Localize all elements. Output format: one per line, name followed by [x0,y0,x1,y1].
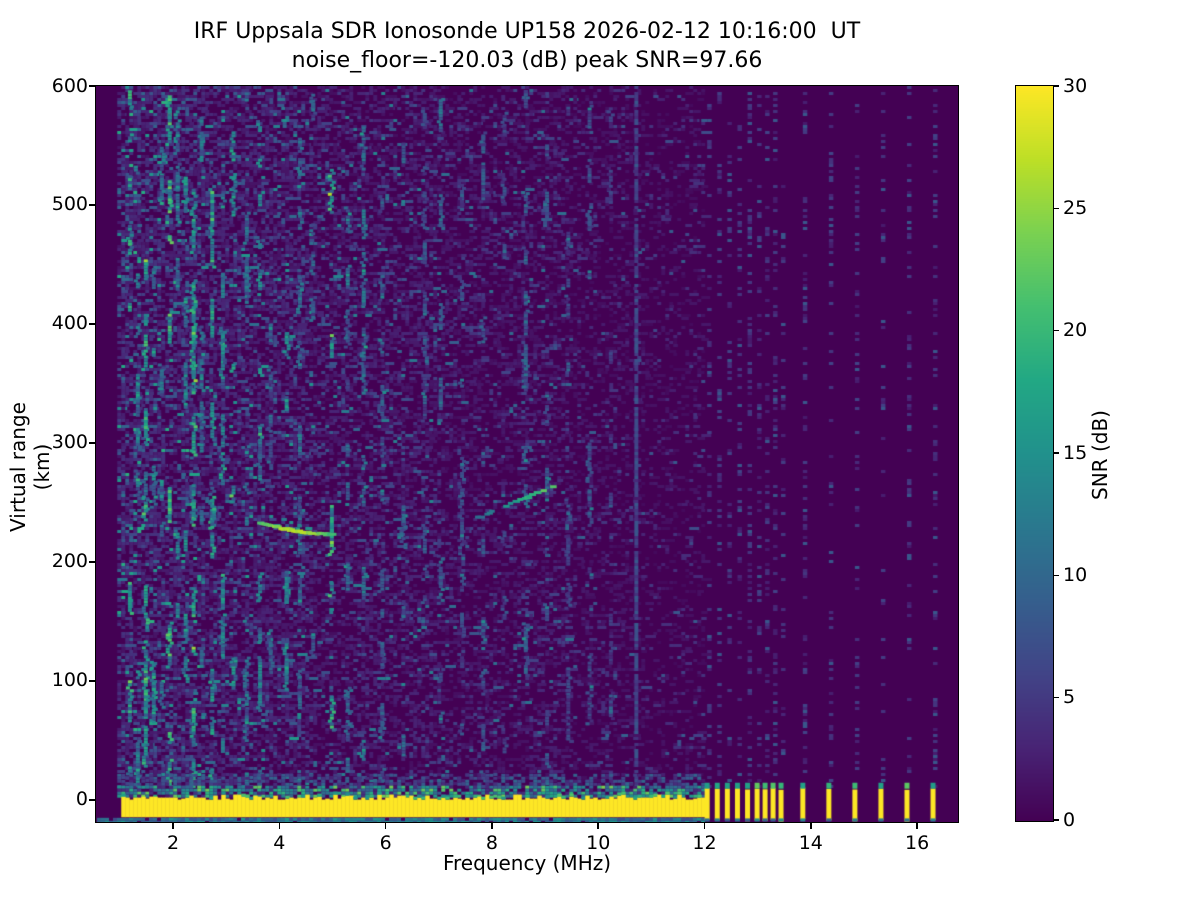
colorbar-tick-label: 0 [1063,808,1076,831]
x-tick-label: 6 [379,832,392,854]
y-axis-label: Virtual range (km) [6,402,54,532]
y-tick-label: 200 [51,550,88,573]
x-tick-mark [172,823,174,829]
chart-subtitle: noise_floor=-120.03 (dB) peak SNR=97.66 [291,48,763,73]
x-axis-label: Frequency (MHz) [442,851,612,875]
colorbar-tick-mark [1054,574,1059,577]
colorbar-tick-label: 5 [1063,686,1076,709]
colorbar-tick-mark [1054,85,1059,87]
colorbar-tick-label: 25 [1063,196,1088,219]
colorbar [1015,85,1054,822]
x-tick-mark [597,823,599,829]
colorbar-tick-label: 10 [1063,563,1088,586]
colorbar-tick-mark [1054,696,1059,699]
y-tick-mark [89,442,95,444]
y-tick-mark [89,561,95,563]
chart-title: IRF Uppsala SDR Ionosonde UP158 2026-02-… [193,19,861,44]
y-tick-mark [89,799,95,801]
colorbar-tick-mark [1054,207,1059,210]
y-tick-mark [89,680,95,682]
y-tick-label: 600 [51,74,88,97]
plot-area [95,85,959,823]
x-tick-mark [384,823,387,829]
y-tick-label: 300 [51,431,88,454]
y-tick-label: 100 [51,669,88,692]
y-tick-mark [89,85,95,87]
x-tick-label: 4 [273,832,286,854]
ionogram-heatmap-canvas [96,86,958,822]
y-tick-mark [89,323,95,325]
y-tick-label: 400 [51,312,88,335]
x-tick-label: 16 [904,832,930,854]
colorbar-tick-label: 30 [1063,74,1088,97]
x-tick-label: 10 [586,832,611,854]
y-tick-mark [89,204,95,206]
y-tick-label: 500 [51,193,88,216]
ionogram-figure: IRF Uppsala SDR Ionosonde UP158 2026-02-… [0,0,1200,900]
colorbar-tick-mark [1054,329,1059,332]
x-tick-mark [278,823,281,829]
x-tick-label: 8 [485,832,498,854]
colorbar-gradient-canvas [1016,86,1053,821]
x-tick-label: 14 [798,832,823,854]
x-tick-mark [916,823,918,829]
colorbar-tick-mark [1054,819,1059,821]
x-tick-mark [491,823,493,829]
x-tick-label: 2 [167,832,180,854]
x-tick-mark [810,823,812,829]
y-tick-label: 0 [75,788,88,811]
x-tick-label: 12 [692,832,717,854]
colorbar-tick-label: 15 [1063,441,1088,464]
colorbar-tick-mark [1054,452,1059,454]
x-tick-mark [703,823,706,829]
colorbar-tick-label: 20 [1063,319,1088,342]
